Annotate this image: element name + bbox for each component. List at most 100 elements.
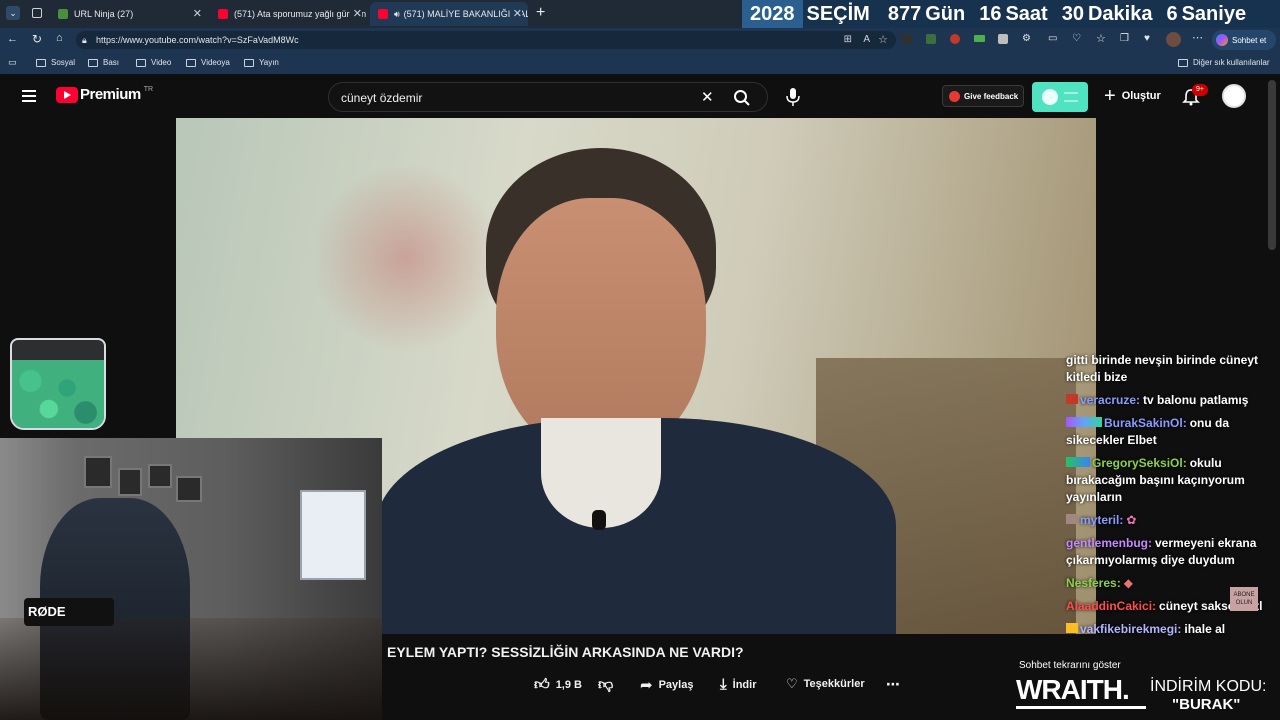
profile-avatar[interactable] xyxy=(1166,32,1181,47)
bookmarks-bar: ▭ Sosyal Bası Video Videoya Yayın Diğer … xyxy=(0,52,1280,74)
wall-photo xyxy=(148,464,172,488)
bookmark-folder-yayin[interactable]: Yayın xyxy=(244,58,279,67)
extension-icon[interactable] xyxy=(950,34,960,44)
workspaces-icon[interactable] xyxy=(32,8,42,18)
tab-list-button[interactable]: ⌄ xyxy=(6,6,20,20)
channel-avatar[interactable] xyxy=(1222,84,1246,108)
download-label: İndir xyxy=(732,678,757,691)
page-scrollbar[interactable] xyxy=(1268,80,1276,250)
background-painting xyxy=(316,158,496,358)
wall-photo xyxy=(176,476,202,502)
chat-text: ihale al xyxy=(1184,622,1226,636)
reading-list-icon[interactable]: ▭ xyxy=(8,57,17,68)
close-tab-icon[interactable]: ✕ xyxy=(349,7,362,20)
app-available-icon[interactable]: ⊞ xyxy=(844,31,852,49)
favorites-icon[interactable]: ☆ xyxy=(1096,32,1106,45)
like-button[interactable]: 👍︎ 1,9 B xyxy=(534,676,582,694)
search-icon[interactable] xyxy=(733,89,751,107)
favorite-star-icon[interactable]: ☆ xyxy=(878,31,888,49)
voice-search-icon[interactable] xyxy=(786,87,800,107)
folder-icon xyxy=(88,58,98,67)
extension-icon[interactable] xyxy=(902,34,912,44)
back-arrow-icon[interactable]: ← xyxy=(7,33,18,45)
thanks-button[interactable]: ♡ Teşekkürler xyxy=(786,676,865,692)
extensions-icon[interactable]: ⚙︎ xyxy=(1022,33,1031,44)
folder-icon xyxy=(36,58,46,67)
tab-url-ninja[interactable]: URL Ninja (27) ✕ xyxy=(50,2,208,26)
wall-photo xyxy=(118,468,142,496)
bookmark-folder-sosyal[interactable]: Sosyal xyxy=(36,58,75,67)
close-tab-icon[interactable]: ✕ xyxy=(193,7,202,20)
tab-yagli-gures[interactable]: (571) Ata sporumuz yağlı güreşin ✕ xyxy=(210,2,368,26)
create-label: Oluştur xyxy=(1121,90,1161,102)
extension-icon[interactable] xyxy=(998,34,1008,44)
notification-count-badge: 9+ xyxy=(1192,84,1208,96)
copilot-button[interactable]: Sohbet et xyxy=(1212,30,1276,50)
download-button[interactable]: ⤓ İndir xyxy=(720,676,756,693)
performance-icon[interactable]: ♥ xyxy=(1144,33,1150,44)
like-count: 1,9 B xyxy=(555,679,582,691)
reload-icon[interactable]: ↻ xyxy=(32,32,42,46)
bookmark-folder-basi[interactable]: Bası xyxy=(88,58,119,67)
folder-icon xyxy=(1178,58,1188,67)
more-options-icon[interactable]: ⋯ xyxy=(1192,31,1203,44)
folder-icon xyxy=(136,58,146,67)
dislike-button[interactable]: 👎︎ xyxy=(598,676,613,694)
youtube-favicon-icon xyxy=(218,9,228,19)
copilot-icon xyxy=(1216,34,1228,46)
give-feedback-button[interactable]: Give feedback xyxy=(942,85,1024,107)
split-screen-icon[interactable]: ▭ xyxy=(1048,33,1057,44)
chat-message: vakfikebirekmegi: ihale al xyxy=(1066,621,1280,638)
bookmark-folder-videoya[interactable]: Videoya xyxy=(186,58,230,67)
chat-text: gitti birinde nevşin birinde cüneyt kitl… xyxy=(1066,353,1259,384)
sponsor-brand: WRAITH. xyxy=(1016,674,1130,705)
home-icon[interactable]: ⌂ xyxy=(56,32,63,44)
new-tab-button[interactable]: + xyxy=(536,4,545,22)
chat-username: gentlemenbug: xyxy=(1066,536,1152,550)
chat-message: gitti birinde nevşin birinde cüneyt kitl… xyxy=(1066,352,1280,386)
read-aloud-icon[interactable]: A xyxy=(863,31,870,49)
speaker-icon[interactable]: 🔊︎ xyxy=(394,9,400,20)
election-countdown: 2028 SEÇİM 877 Gün 16 Saat 30 Dakika 6 S… xyxy=(742,0,1280,28)
bookmark-folder-video[interactable]: Video xyxy=(136,58,171,67)
search-input[interactable]: cüneyt özdemir xyxy=(341,91,422,105)
create-button[interactable]: + Oluştur xyxy=(1104,86,1161,106)
share-icon: ➦ xyxy=(640,677,653,694)
close-tab-icon[interactable]: ✕ xyxy=(509,7,522,20)
thumbs-up-icon: 👍︎ xyxy=(534,676,550,693)
browser-essentials-icon[interactable]: ♡ xyxy=(1072,33,1081,44)
webcam-floor xyxy=(0,618,382,720)
youtube-header: Premium TR cüneyt özdemir ✕ Give feedbac… xyxy=(0,76,1280,118)
countdown-days-unit: Gün xyxy=(925,2,966,25)
url-field[interactable]: 🔒︎ https://www.youtube.com/watch?v=SzFaV… xyxy=(76,31,896,49)
logo-text: Premium xyxy=(80,86,141,103)
countdown-minutes: 30 xyxy=(1061,2,1084,25)
badge-icon xyxy=(1066,417,1102,427)
share-button[interactable]: ➦ Paylaş xyxy=(640,676,693,694)
youtube-premium-logo[interactable]: Premium TR xyxy=(56,86,153,103)
chat-username: BurakSakinOl: xyxy=(1104,416,1187,430)
countdown-days: 877 xyxy=(887,2,922,25)
sponsor-overlay: Sohbet tekrarını göster WRAITH. İNDİRİM … xyxy=(1012,660,1280,720)
thanks-heart-icon: ♡ xyxy=(786,676,798,691)
countdown-seconds: 6 xyxy=(1166,2,1178,25)
tab-maliye-bakanligi[interactable]: 🔊︎ (571) MALİYE BAKANLIĞI ÇAL ✕ xyxy=(370,2,528,26)
other-favorites[interactable]: Diğer sık kullanılanlar xyxy=(1178,58,1269,67)
badge-icon xyxy=(1066,394,1078,404)
chat-username: GregorySeksiOl: xyxy=(1092,456,1187,470)
chat-text: tv balonu patlamış xyxy=(1143,393,1249,407)
extension-icon[interactable] xyxy=(926,34,936,44)
collections-icon[interactable]: ❒ xyxy=(1120,33,1129,44)
thanks-label: Teşekkürler xyxy=(803,678,865,690)
menu-icon[interactable] xyxy=(22,90,36,102)
extension-icon[interactable] xyxy=(974,35,985,42)
clear-search-icon[interactable]: ✕ xyxy=(701,88,714,106)
more-actions-button[interactable]: ⋯ xyxy=(886,676,900,693)
chat-message: myteril: ✿ xyxy=(1066,512,1280,529)
chat-username: veracruze: xyxy=(1080,393,1141,407)
url-ninja-favicon-icon xyxy=(58,9,68,19)
extension-toggle[interactable] xyxy=(1032,82,1088,112)
chat-replay-toggle[interactable]: Sohbet tekrarını göster xyxy=(1019,660,1121,671)
discount-label: İNDİRİM KODU: xyxy=(1150,678,1267,695)
bookmark-label: Bası xyxy=(103,58,120,67)
